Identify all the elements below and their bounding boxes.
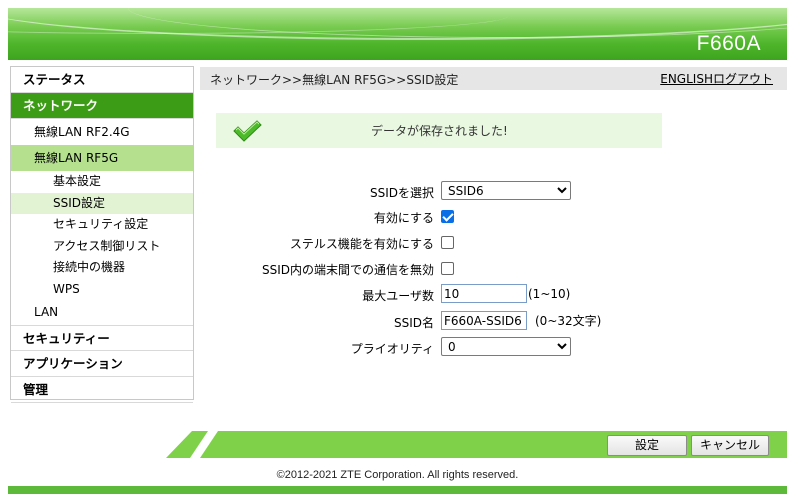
ssid-select-label: SSIDを選択 — [369, 186, 434, 200]
menu-item-network[interactable]: ネットワーク — [11, 93, 193, 119]
isolation-label: SSID内の端末間での通信を無効 — [261, 263, 434, 277]
menu-item-status[interactable]: ステータス — [11, 67, 193, 93]
menu-item-lan[interactable]: LAN — [11, 300, 193, 325]
checkmark-icon — [233, 120, 262, 142]
ssid-name-hint: (0~32文字) — [535, 314, 602, 328]
priority-label: プライオリティ — [350, 342, 434, 356]
menu-item-wlan-24g[interactable]: 無線LAN RF2.4G — [11, 119, 193, 145]
ssid-select-row: SSIDを選択 SSID6 — [200, 181, 787, 203]
menu-item-ssid-settings[interactable]: SSID設定 — [11, 192, 193, 214]
menu-item-wlan-5g[interactable]: 無線LAN RF5G — [11, 145, 193, 171]
english-link[interactable]: ENGLISH — [660, 72, 713, 86]
header-banner: F660A — [8, 8, 787, 60]
notice-message: データが保存されました! — [371, 124, 508, 138]
menu-item-admin[interactable]: 管理 — [11, 377, 193, 403]
footer: ©2012-2021 ZTE Corporation. All rights r… — [0, 469, 795, 481]
isolation-row: SSID内の端末間での通信を無効 — [200, 258, 787, 280]
ssid-name-label: SSID名 — [393, 316, 434, 330]
breadcrumb-bar: ネットワーク>>無線LAN RF5G>>SSID設定 ENGLISHログアウト — [200, 67, 787, 90]
copyright-text: ©2012-2021 ZTE Corporation. All rights r… — [276, 469, 519, 481]
ssid-select[interactable]: SSID6 — [441, 181, 571, 200]
stealth-row: ステルス機能を有効にする — [200, 232, 787, 254]
footer-line — [8, 486, 787, 494]
menu-item-access-control-list[interactable]: アクセス制御リスト — [11, 236, 193, 258]
breadcrumb: ネットワーク>>無線LAN RF5G>>SSID設定 — [210, 73, 459, 87]
menu-item-security-settings[interactable]: セキュリティ設定 — [11, 214, 193, 236]
max-users-hint: (1~10) — [528, 287, 571, 301]
ssid-name-input[interactable] — [441, 311, 527, 330]
stealth-label: ステルス機能を有効にする — [289, 237, 434, 251]
menu-item-security[interactable]: セキュリティー — [11, 325, 193, 351]
enable-label: 有効にする — [373, 211, 434, 225]
header-links: ENGLISHログアウト — [660, 70, 773, 87]
enable-checkbox[interactable] — [441, 210, 454, 223]
max-users-row: 最大ユーザ数 (1~10) — [200, 284, 787, 306]
isolation-checkbox[interactable] — [441, 262, 454, 275]
enable-row: 有効にする — [200, 206, 787, 228]
cancel-button[interactable]: キャンセル — [691, 435, 769, 456]
sidebar-menu: ステータス ネットワーク 無線LAN RF2.4G 無線LAN RF5G 基本設… — [10, 66, 194, 403]
ssid-name-row: SSID名 (0~32文字) — [200, 311, 787, 333]
device-model: F660A — [696, 32, 761, 55]
save-success-notice: データが保存されました! — [216, 113, 662, 148]
priority-row: プライオリティ 0 — [200, 337, 787, 359]
save-button[interactable]: 設定 — [607, 435, 687, 456]
action-bar: 設定 キャンセル — [166, 431, 787, 458]
max-users-label: 最大ユーザ数 — [362, 289, 434, 303]
menu-item-connected-devices[interactable]: 接続中の機器 — [11, 257, 193, 279]
logout-link[interactable]: ログアウト — [713, 72, 773, 86]
menu-item-application[interactable]: アプリケーション — [11, 351, 193, 377]
menu-item-basic-settings[interactable]: 基本設定 — [11, 171, 193, 193]
max-users-input[interactable] — [441, 284, 527, 303]
menu-item-wps[interactable]: WPS — [11, 279, 193, 301]
stealth-checkbox[interactable] — [441, 236, 454, 249]
priority-select[interactable]: 0 — [441, 337, 571, 356]
